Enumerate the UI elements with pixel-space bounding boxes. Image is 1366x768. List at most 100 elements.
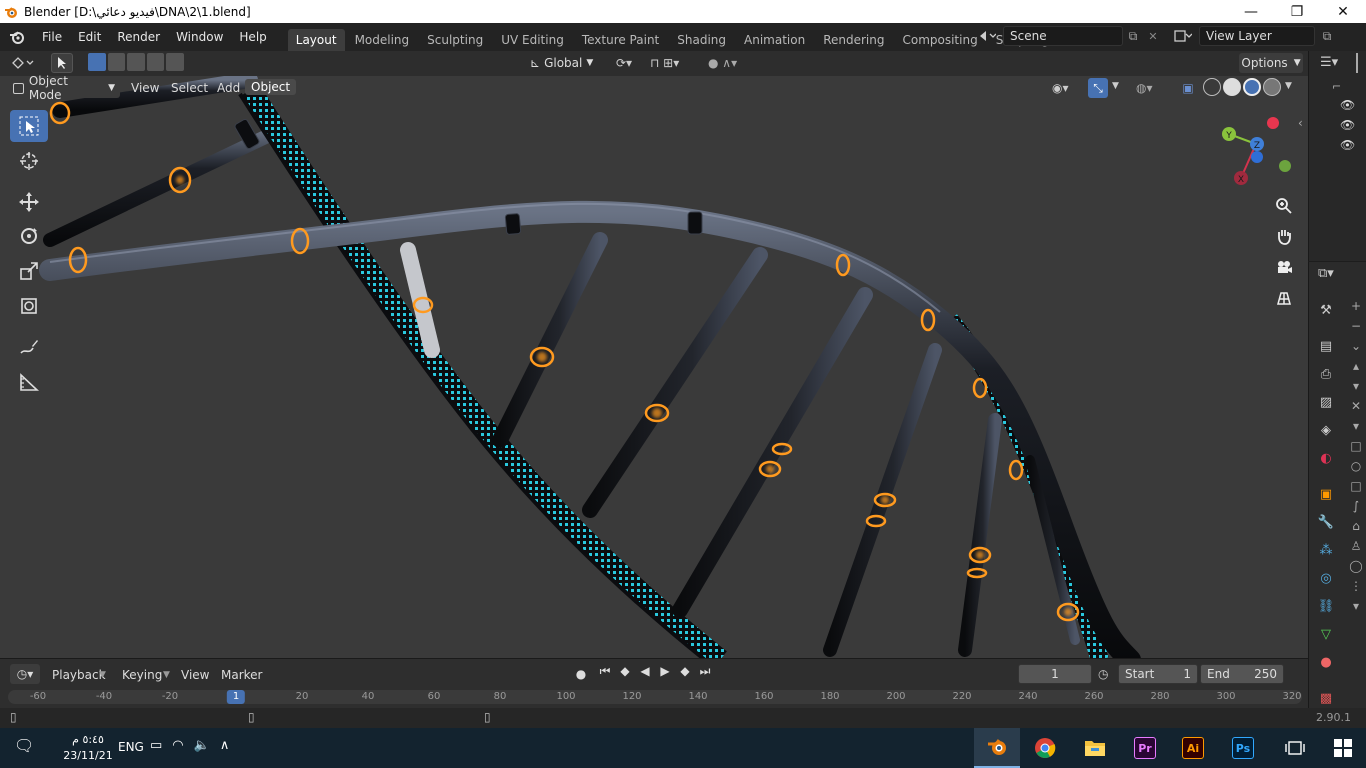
rendered-shading-icon[interactable]: [1263, 78, 1281, 96]
select-box-icon[interactable]: [10, 110, 48, 142]
jump-end-icon[interactable]: ⏭: [696, 664, 714, 684]
gizmo-x-positive[interactable]: [1267, 117, 1279, 129]
maximize-button[interactable]: ❐: [1274, 0, 1320, 23]
tab-animation[interactable]: Animation: [736, 29, 813, 51]
xray-toggle-icon[interactable]: ▣: [1178, 78, 1198, 98]
snap-toggle-icon[interactable]: ⊓ ⊞▾: [650, 53, 700, 73]
timeline-menu-keying[interactable]: Keying: [122, 668, 162, 682]
menu-help[interactable]: Help: [231, 23, 274, 51]
modifier-properties-icon[interactable]: 🔧: [1316, 512, 1336, 532]
outliner-editor-icon[interactable]: ☰▾: [1320, 55, 1338, 70]
timeline-menu-view[interactable]: View: [181, 668, 209, 682]
scene-properties-icon[interactable]: ◈: [1316, 420, 1336, 440]
wifi-icon[interactable]: ◠: [172, 738, 183, 753]
select-new-icon[interactable]: [88, 53, 106, 71]
scene-browse-icon[interactable]: [972, 26, 1002, 46]
tab-layout[interactable]: Layout: [287, 29, 345, 51]
viewport-menu-select[interactable]: Select: [171, 81, 208, 95]
tool-properties-icon[interactable]: ⚒: [1316, 300, 1336, 320]
taskbar-chrome[interactable]: [1022, 728, 1068, 768]
visibility-eye-icon[interactable]: ◉▾: [1052, 79, 1082, 97]
ortho-grid-icon[interactable]: [1270, 284, 1298, 312]
timeline-ruler[interactable]: -60 -40 -20 1 20 40 60 80 100 120 140 160 180 200 220 2…: [8, 690, 1302, 704]
select-extend-icon[interactable]: [107, 53, 126, 71]
pivot-point-icon[interactable]: ⟳▾: [616, 53, 646, 73]
taskbar-file-explorer[interactable]: [1072, 728, 1118, 768]
particles-properties-icon[interactable]: ⁂: [1316, 540, 1336, 560]
language-indicator[interactable]: ENG: [118, 740, 144, 754]
view-layer-properties-icon[interactable]: ▨: [1316, 392, 1336, 412]
close-window-button[interactable]: ✕: [1320, 0, 1366, 23]
tab-shading[interactable]: Shading: [669, 29, 734, 51]
end-frame-field[interactable]: End 250: [1200, 664, 1284, 684]
task-view-icon[interactable]: [1272, 728, 1318, 768]
data-properties-icon[interactable]: ▽: [1316, 624, 1336, 644]
tab-rendering[interactable]: Rendering: [815, 29, 892, 51]
menu-window[interactable]: Window: [168, 23, 231, 51]
camera-view-icon[interactable]: [1270, 253, 1298, 281]
tab-texture-paint[interactable]: Texture Paint: [574, 29, 667, 51]
options-dropdown[interactable]: Options ▼: [1239, 53, 1303, 73]
gizmo-y-negative[interactable]: [1279, 160, 1291, 172]
active-tool-icon[interactable]: [51, 53, 73, 73]
material-shading-icon[interactable]: [1243, 78, 1261, 96]
jump-start-icon[interactable]: ⏮: [596, 664, 614, 684]
volume-icon[interactable]: 🔈: [194, 738, 210, 753]
transform-icon[interactable]: [10, 290, 48, 322]
overlays-icon[interactable]: ◍▾: [1136, 79, 1166, 97]
scene-name-field[interactable]: Scene: [1003, 26, 1123, 46]
tab-modeling[interactable]: Modeling: [347, 29, 418, 51]
annotate-icon[interactable]: [10, 331, 48, 363]
play-reverse-icon[interactable]: ◀: [636, 664, 654, 684]
scene-duplicate-icon[interactable]: ⧉: [1124, 27, 1142, 45]
next-keyframe-icon[interactable]: ◆: [676, 664, 694, 684]
sidebar-toggle-icon[interactable]: ‹: [1298, 116, 1303, 130]
scale-icon[interactable]: [10, 255, 48, 287]
view-layer-duplicate-icon[interactable]: ⧉: [1318, 27, 1336, 45]
properties-editor-icon[interactable]: ⧉▾: [1318, 266, 1334, 281]
solid-shading-icon[interactable]: [1223, 78, 1241, 96]
viewport-menu-add[interactable]: Add: [217, 81, 240, 95]
blender-menu-icon[interactable]: [0, 29, 34, 45]
taskbar-illustrator[interactable]: Ai: [1170, 728, 1216, 768]
select-subtract-icon[interactable]: [127, 53, 145, 71]
mode-dropdown[interactable]: Object Mode ▼: [8, 74, 120, 102]
current-frame-field[interactable]: 1: [1018, 664, 1092, 684]
prev-keyframe-icon[interactable]: ◆: [616, 664, 634, 684]
3d-viewport[interactable]: [0, 76, 1308, 658]
world-properties-icon[interactable]: ◐: [1316, 448, 1336, 468]
editor-type-icon[interactable]: [8, 54, 40, 72]
menu-edit[interactable]: Edit: [70, 23, 109, 51]
constraints-properties-icon[interactable]: ⛓: [1316, 596, 1336, 616]
menu-file[interactable]: File: [34, 23, 70, 51]
material-properties-icon[interactable]: ●: [1316, 652, 1336, 672]
view-layer-name-field[interactable]: View Layer: [1199, 26, 1315, 46]
chevron-down-icon[interactable]: ▼: [1285, 81, 1292, 91]
texture-properties-icon[interactable]: ▩: [1316, 688, 1336, 708]
taskbar-premiere[interactable]: Pr: [1122, 728, 1168, 768]
visibility-eye-icon[interactable]: 👁: [1340, 138, 1355, 152]
menu-render[interactable]: Render: [109, 23, 168, 51]
timeline-menu-playback[interactable]: Playback: [52, 668, 106, 682]
select-intersect-icon[interactable]: [166, 53, 184, 71]
tab-sculpting[interactable]: Sculpting: [419, 29, 491, 51]
taskbar-clock[interactable]: ٥:٤٥ م 23/11/21: [58, 732, 118, 764]
play-icon[interactable]: ▶: [656, 664, 674, 684]
visibility-eye-icon[interactable]: 👁: [1340, 98, 1355, 112]
tab-uv-editing[interactable]: UV Editing: [493, 29, 572, 51]
transform-orientation-dropdown[interactable]: ⊾ Global ▼: [530, 53, 608, 73]
rotate-icon[interactable]: [10, 220, 48, 252]
chevron-down-icon[interactable]: ▼: [1112, 81, 1119, 91]
pan-hand-icon[interactable]: [1270, 222, 1298, 250]
select-invert-icon[interactable]: [146, 53, 165, 71]
battery-icon[interactable]: ▭: [150, 738, 162, 753]
cursor-icon[interactable]: [10, 145, 48, 177]
gizmo-toggle-icon[interactable]: ⤡: [1088, 78, 1108, 98]
taskbar-blender[interactable]: [974, 728, 1020, 768]
visibility-eye-icon[interactable]: 👁: [1340, 118, 1355, 132]
wireframe-shading-icon[interactable]: [1203, 78, 1221, 96]
minimize-button[interactable]: —: [1228, 0, 1274, 23]
move-icon[interactable]: [10, 186, 48, 218]
preview-range-icon[interactable]: ◷: [1098, 664, 1116, 684]
tray-expand-icon[interactable]: ∧: [220, 738, 230, 753]
